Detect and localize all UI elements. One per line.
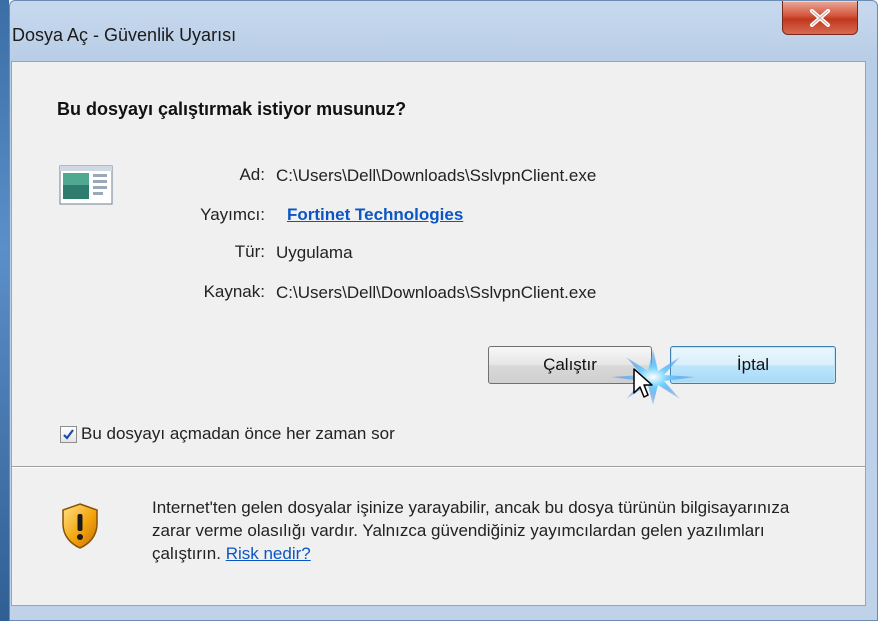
title-bar[interactable]: Dosya Aç - Güvenlik Uyarısı (10, 1, 877, 61)
warning-message: Internet'ten gelen dosyalar işinize yara… (152, 496, 832, 565)
type-label: Tür: (234, 242, 265, 261)
window-title: Dosya Aç - Güvenlik Uyarısı (12, 25, 237, 45)
security-warning-dialog: Dosya Aç - Güvenlik Uyarısı Bu dosyayı ç… (9, 0, 878, 621)
close-icon (810, 8, 830, 27)
publisher-link[interactable]: Fortinet Technologies (287, 205, 463, 225)
dialog-question: Bu dosyayı çalıştırmak istiyor musunuz? (57, 99, 407, 119)
separator (12, 466, 865, 468)
dialog-body: Bu dosyayı çalıştırmak istiyor musunuz? … (11, 61, 866, 606)
close-button[interactable] (782, 1, 858, 35)
desktop-background (0, 0, 9, 621)
checkmark-icon (63, 428, 74, 440)
risk-link[interactable]: Risk nedir? (226, 544, 311, 563)
name-value: C:\Users\Dell\Downloads\SslvpnClient.exe (276, 166, 597, 185)
source-label: Kaynak: (203, 282, 265, 301)
name-label: Ad: (239, 165, 265, 184)
type-value: Uygulama (276, 243, 353, 262)
publisher-label: Yayımcı: (200, 205, 265, 224)
always-ask-checkbox-row[interactable]: Bu dosyayı açmadan önce her zaman sor (60, 424, 395, 444)
always-ask-checkbox[interactable] (60, 425, 77, 443)
mouse-cursor-icon (633, 368, 653, 398)
source-value: C:\Users\Dell\Downloads\SslvpnClient.exe (276, 283, 597, 302)
shield-warning-icon (62, 503, 98, 549)
always-ask-label: Bu dosyayı açmadan önce her zaman sor (81, 424, 395, 443)
